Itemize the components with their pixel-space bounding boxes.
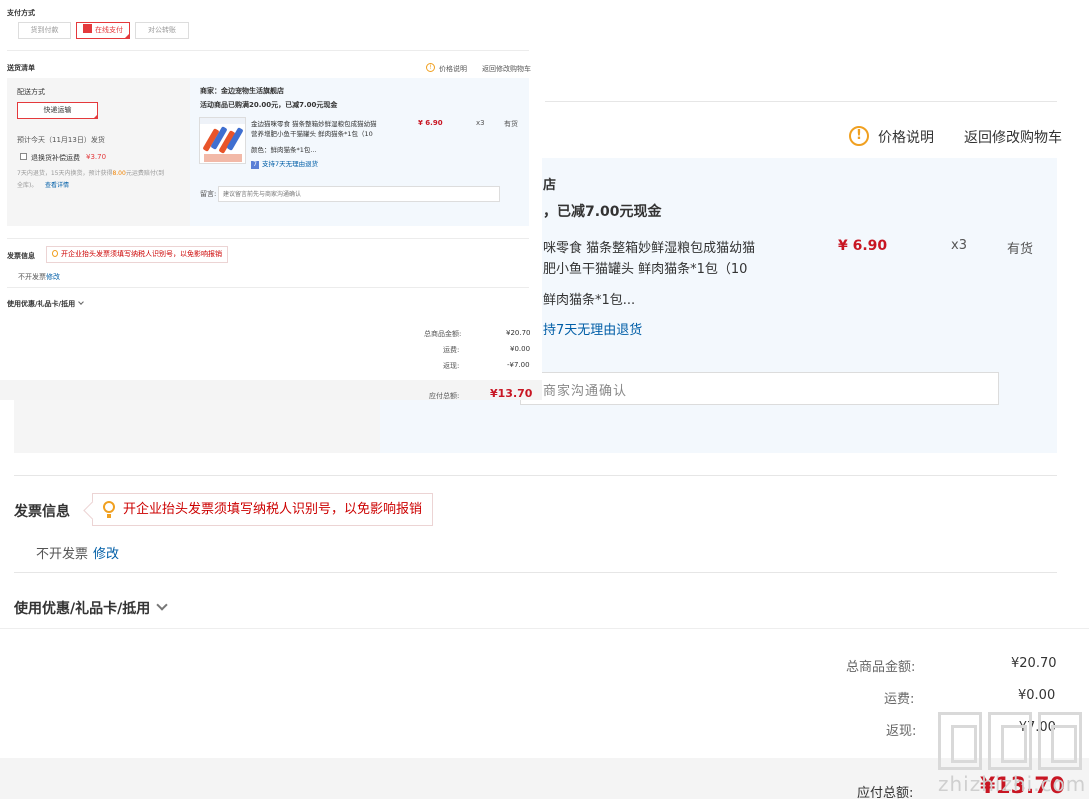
cashback-label: 返现: <box>886 724 917 739</box>
cashback-label: 返现: <box>443 362 460 370</box>
product-color-fragment: 鲜肉猫条*1包... <box>543 293 636 308</box>
product-price: ¥ 6.90 <box>838 238 888 254</box>
return-policy-text: 支持7天无理由退货 <box>262 160 319 168</box>
payment-title: 支付方式 <box>7 9 35 17</box>
product-title-line1[interactable]: 咪零食 猫条整箱妙鲜湿粮包成猫幼猫 <box>543 237 755 256</box>
invoice-tip-text: 开企业抬头发票须填写纳税人识别号，以免影响报销 <box>123 502 423 517</box>
invoice-modify-link[interactable]: 修改 <box>46 272 60 282</box>
pay-option-online[interactable]: 在线支付 <box>76 22 130 39</box>
insurance-desc-line2: 全库)。 <box>17 182 38 189</box>
product-image-part <box>204 154 242 162</box>
coupon-title: 使用优惠/礼品卡/抵用 <box>14 601 151 617</box>
cashback-value: -¥7.00 <box>507 361 530 369</box>
shipping-panel <box>7 78 190 226</box>
site-watermark: zhizhizhi.com <box>938 712 1087 799</box>
divider <box>545 101 1057 102</box>
return-badge-icon: 7 <box>251 161 259 169</box>
product-thumbnail[interactable] <box>199 117 246 164</box>
product-qty: x3 <box>476 119 485 127</box>
insurance-desc-a: 7天内退货，15天内换货，预计获得 <box>17 170 113 177</box>
remark-label: 留言: <box>200 190 217 198</box>
insurance-details-link[interactable]: 查看详情 <box>45 180 69 189</box>
payable-label: 应付总额: <box>857 786 914 799</box>
total-goods-value: ¥20.70 <box>506 329 531 337</box>
merchant-name[interactable]: 商家：金边宠物生活旗舰店 <box>200 86 284 96</box>
insurance-price: ¥3.70 <box>86 153 107 161</box>
insurance-checkbox[interactable] <box>20 153 27 160</box>
price-info-link[interactable]: 价格说明 <box>439 64 467 74</box>
shipping-value: ¥0.00 <box>1018 688 1056 703</box>
total-goods-value: ¥20.70 <box>1011 656 1057 671</box>
product-title-line1[interactable]: 金边猫咪零食 猫条整箱妙鲜湿粮包成猫幼猫 <box>251 118 377 128</box>
invoice-title: 发票信息 <box>14 504 70 520</box>
insurance-desc-amount: 8.00 <box>112 170 126 177</box>
invoice-title: 发票信息 <box>7 252 35 260</box>
product-qty: x3 <box>951 238 967 253</box>
invoice-status: 不开发票 <box>18 273 46 281</box>
shipping-label: 运费: <box>443 346 460 354</box>
ship-method-title: 配送方式 <box>17 88 45 96</box>
thumbnail-header <box>200 118 245 124</box>
product-title-line2[interactable]: 营养增肥小鱼干猫罐头 鲜肉猫条*1包（10 <box>251 128 373 138</box>
coupon-toggle[interactable]: 使用优惠/礼品卡/抵用 <box>14 598 168 618</box>
watermark-glyph <box>938 712 982 770</box>
return-policy: 7 支持7天无理由退货 <box>251 158 318 169</box>
pay-option-cod[interactable]: 货到付款 <box>18 22 71 39</box>
pay-option-online-label: 在线支付 <box>95 26 123 34</box>
product-price: ¥ 6.90 <box>418 119 443 127</box>
insurance-desc-c: 元运费赔付(到 <box>125 170 165 177</box>
selected-mark-icon <box>83 24 92 33</box>
summary-block <box>0 628 1089 758</box>
payable-bar <box>0 758 1089 799</box>
watermark-text: zhizhizhi.com <box>938 772 1087 796</box>
foreground-checkout-page: 支付方式 货到付款 在线支付 对公转账 送货清单 ! 价格说明 返回修改购物车 … <box>0 0 542 400</box>
invoice-modify-link[interactable]: 修改 <box>93 543 119 562</box>
shipping-value: ¥0.00 <box>510 345 531 353</box>
divider <box>14 475 1057 476</box>
coupon-toggle[interactable]: 使用优惠/礼品卡/抵用 <box>7 299 84 309</box>
lightbulb-icon <box>52 250 58 257</box>
product-title-line2[interactable]: 肥小鱼干猫罐头 鲜肉猫条*1包（10 <box>543 258 747 277</box>
shipping-label: 运费: <box>884 692 915 707</box>
chevron-down-icon <box>78 299 84 305</box>
product-stock: 有货 <box>504 120 518 128</box>
remark-placeholder-fragment: 商家沟通确认 <box>543 384 628 399</box>
insurance-desc-line1: 7天内退货，15天内换货，预计获得8.00元运费赔付(到 <box>17 168 164 177</box>
promo-text-fragment: ，已减7.00元现金 <box>543 204 662 220</box>
divider <box>7 238 529 239</box>
invoice-tip-text: 开企业抬头发票须填写纳税人识别号，以免影响报销 <box>61 250 222 258</box>
watermark-glyph <box>988 712 1032 770</box>
return-cart-link[interactable]: 返回修改购物车 <box>964 127 1062 147</box>
invoice-tip: 开企业抬头发票须填写纳税人识别号，以免影响报销 <box>46 246 228 263</box>
invoice-status: 不开发票 <box>36 547 89 562</box>
divider <box>7 50 529 51</box>
info-icon: ! <box>426 63 435 72</box>
ship-method-express[interactable]: 快递运输 <box>17 102 98 119</box>
eta-text: 预计今天（11月13日）发货 <box>17 136 105 144</box>
coupon-title: 使用优惠/礼品卡/抵用 <box>7 300 76 308</box>
payable-label: 应付总额: <box>429 392 460 400</box>
payable-bar <box>0 380 542 400</box>
product-stock: 有货 <box>1007 242 1034 257</box>
shop-name-fragment: 店 <box>543 178 557 193</box>
delivery-title: 送货清单 <box>7 64 35 72</box>
return-policy-fragment: 持7天无理由退货 <box>543 323 643 338</box>
info-icon: ! <box>849 126 869 146</box>
price-info-link[interactable]: 价格说明 <box>878 127 934 147</box>
pay-option-transfer[interactable]: 对公转账 <box>135 22 189 39</box>
total-goods-label: 总商品金额: <box>424 330 462 338</box>
lightbulb-icon <box>103 501 115 518</box>
remark-input[interactable] <box>218 186 500 202</box>
divider <box>14 572 1057 573</box>
total-goods-label: 总商品金额: <box>846 660 916 675</box>
payable-value: ¥13.70 <box>490 387 533 400</box>
watermark-glyph <box>1038 712 1082 770</box>
chevron-down-icon <box>156 599 168 611</box>
product-color: 颜色：鲜肉猫条*1包... <box>251 146 317 154</box>
promo-text: 活动商品已购满20.00元，已减7.00元现金 <box>200 101 338 109</box>
invoice-tip: 开企业抬头发票须填写纳税人识别号，以免影响报销 <box>92 493 434 526</box>
insurance-label: 退换货补偿运费 <box>31 154 80 162</box>
return-cart-link[interactable]: 返回修改购物车 <box>482 64 531 74</box>
divider <box>7 287 529 288</box>
